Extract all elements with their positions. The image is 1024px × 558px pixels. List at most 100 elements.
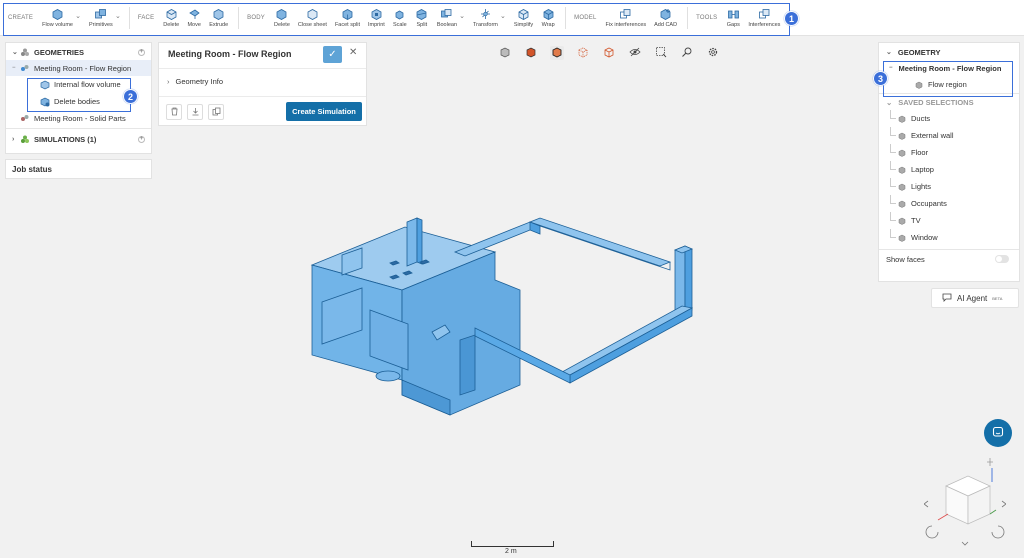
fix-interferences-button[interactable]: Fix interferences <box>601 3 650 33</box>
rotate-right-icon <box>1001 500 1006 508</box>
geometry-section-header[interactable]: ⌄ GEOMETRY <box>879 44 1019 60</box>
job-status-panel[interactable]: Job status <box>5 159 152 179</box>
primitives-button[interactable]: Primitives ⌄ <box>85 3 121 33</box>
simulations-header-label: SIMULATIONS (1) <box>34 134 97 144</box>
flow-region-tree-item[interactable]: − Meeting Room - Flow Region <box>879 60 1019 76</box>
simulations-section-header[interactable]: › SIMULATIONS (1) + <box>6 131 151 147</box>
face-delete-button[interactable]: Delete <box>159 3 183 33</box>
saved-selection-item[interactable]: Laptop <box>879 161 1019 178</box>
geometries-section-header[interactable]: ⌄ GEOMETRIES + <box>6 44 151 60</box>
tree-connector <box>890 212 896 221</box>
toolbar-divider <box>687 6 689 29</box>
saved-selection-item[interactable]: TV <box>879 212 1019 229</box>
solid-edges-cube-icon <box>551 46 563 60</box>
facet-split-button[interactable]: Facet split <box>331 3 364 33</box>
extrude-button[interactable]: Extrude <box>205 3 232 33</box>
saved-selection-label: TV <box>911 216 921 225</box>
chevron-down-icon[interactable]: ⌄ <box>500 12 506 20</box>
saved-selection-label: Lights <box>911 182 932 191</box>
tree-connector <box>890 110 896 119</box>
chevron-down-icon[interactable]: ⌄ <box>886 48 892 56</box>
chevron-down-icon[interactable]: ⌄ <box>886 98 892 107</box>
saved-selection-item[interactable]: Window <box>879 229 1019 246</box>
settings-button[interactable] <box>706 46 720 60</box>
body-delete-label: Delete <box>273 22 290 28</box>
delete-button[interactable] <box>166 104 182 120</box>
wrap-button[interactable]: Wrap <box>537 3 559 33</box>
add-simulation-icon[interactable]: + <box>138 135 145 143</box>
chevron-down-icon[interactable]: ⌄ <box>75 12 81 20</box>
saved-selection-item[interactable]: Occupants <box>879 195 1019 212</box>
roll-left-icon <box>925 525 939 539</box>
transform-button[interactable]: Transform ⌄ <box>469 3 506 33</box>
gaps-button[interactable]: Gaps <box>722 3 744 33</box>
tree-item-solid-parts[interactable]: Meeting Room - Solid Parts <box>6 110 151 126</box>
delete-bodies-icon <box>40 97 50 107</box>
selection-icon <box>898 149 906 157</box>
saved-selection-item[interactable]: Lights <box>879 178 1019 195</box>
selection-icon <box>898 217 906 225</box>
confirm-button[interactable]: ✓ <box>323 46 342 63</box>
orientation-cube[interactable] <box>924 456 1006 546</box>
boolean-button[interactable]: Boolean ⌄ <box>433 3 465 33</box>
solid-view-button[interactable] <box>524 46 538 60</box>
interferences-button[interactable]: Interferences <box>744 3 784 33</box>
scale-bar-label: 2 m <box>505 548 517 555</box>
flow-region-child-item[interactable]: Flow region <box>879 76 1019 93</box>
add-geometry-icon[interactable]: + <box>138 48 145 56</box>
geometry-header-label: GEOMETRY <box>897 47 941 57</box>
body-delete-button[interactable]: Delete <box>270 3 294 33</box>
scale-button[interactable]: Scale <box>389 3 411 33</box>
selection-icon <box>898 200 906 208</box>
add-cad-button[interactable]: Add CAD <box>650 3 681 33</box>
box-select-button[interactable] <box>654 46 668 60</box>
chevron-down-icon[interactable]: ⌄ <box>115 12 121 20</box>
visibility-button[interactable] <box>628 46 642 60</box>
flow-volume-button[interactable]: Flow volume ⌄ <box>38 3 81 33</box>
simplify-button[interactable]: Simplify <box>510 3 537 33</box>
simplify-label: Simplify <box>513 22 534 28</box>
roll-right-icon <box>991 525 1005 539</box>
saved-selection-item[interactable]: External wall <box>879 127 1019 144</box>
split-button[interactable]: Split <box>411 3 433 33</box>
imprint-button[interactable]: Imprint <box>364 3 389 33</box>
close-icon[interactable]: ✕ <box>349 47 357 58</box>
flow-region-3d-model[interactable] <box>290 200 730 440</box>
primitives-label: Primitives <box>88 22 113 28</box>
support-chat-button[interactable] <box>984 419 1012 447</box>
wireframe-view-button[interactable] <box>576 46 590 60</box>
close-sheet-button[interactable]: Close sheet <box>294 3 331 33</box>
solid-edges-view-button[interactable] <box>550 46 564 60</box>
close-sheet-label: Close sheet <box>297 22 327 28</box>
geometry-detail-panel: Meeting Room - Flow Region ✓ ✕ › Geometr… <box>158 42 367 126</box>
saved-selection-item[interactable]: Floor <box>879 144 1019 161</box>
transparent-cube-icon <box>603 46 615 60</box>
saved-selections-header[interactable]: ⌄ SAVED SELECTIONS <box>879 94 1019 110</box>
create-simulation-button[interactable]: Create Simulation <box>286 102 362 121</box>
copy-icon <box>212 107 221 118</box>
move-button[interactable]: Move <box>183 3 205 33</box>
copy-button[interactable] <box>208 104 224 120</box>
saved-selection-item[interactable]: Ducts <box>879 110 1019 127</box>
minus-icon[interactable]: − <box>889 65 893 71</box>
face-delete-label: Delete <box>163 22 180 28</box>
chevron-down-icon[interactable]: ⌄ <box>459 12 465 20</box>
ai-agent-button[interactable]: AI Agent BETA <box>931 288 1019 308</box>
measure-button[interactable] <box>680 46 694 60</box>
chevron-right-icon[interactable]: › <box>12 136 20 143</box>
tree-item-flow-region[interactable]: − Meeting Room - Flow Region <box>6 60 151 76</box>
toolbar-divider <box>238 6 240 29</box>
chevron-down-icon[interactable]: ⌄ <box>12 48 20 56</box>
toolbar-group-label-create: CREATE <box>8 14 34 21</box>
facet-split-label: Facet split <box>334 22 361 28</box>
download-button[interactable] <box>187 104 203 120</box>
tree-connector <box>890 144 896 153</box>
view-cube-button[interactable] <box>498 46 512 60</box>
geometry-info-expander[interactable]: › Geometry Info <box>167 77 223 86</box>
selection-icon <box>898 183 906 191</box>
simplify-icon <box>517 7 531 20</box>
transparent-view-button[interactable] <box>602 46 616 60</box>
flow-region-title-label: Meeting Room - Flow Region <box>898 63 1002 73</box>
minus-icon[interactable]: − <box>12 65 20 71</box>
show-faces-toggle[interactable] <box>995 255 1009 263</box>
